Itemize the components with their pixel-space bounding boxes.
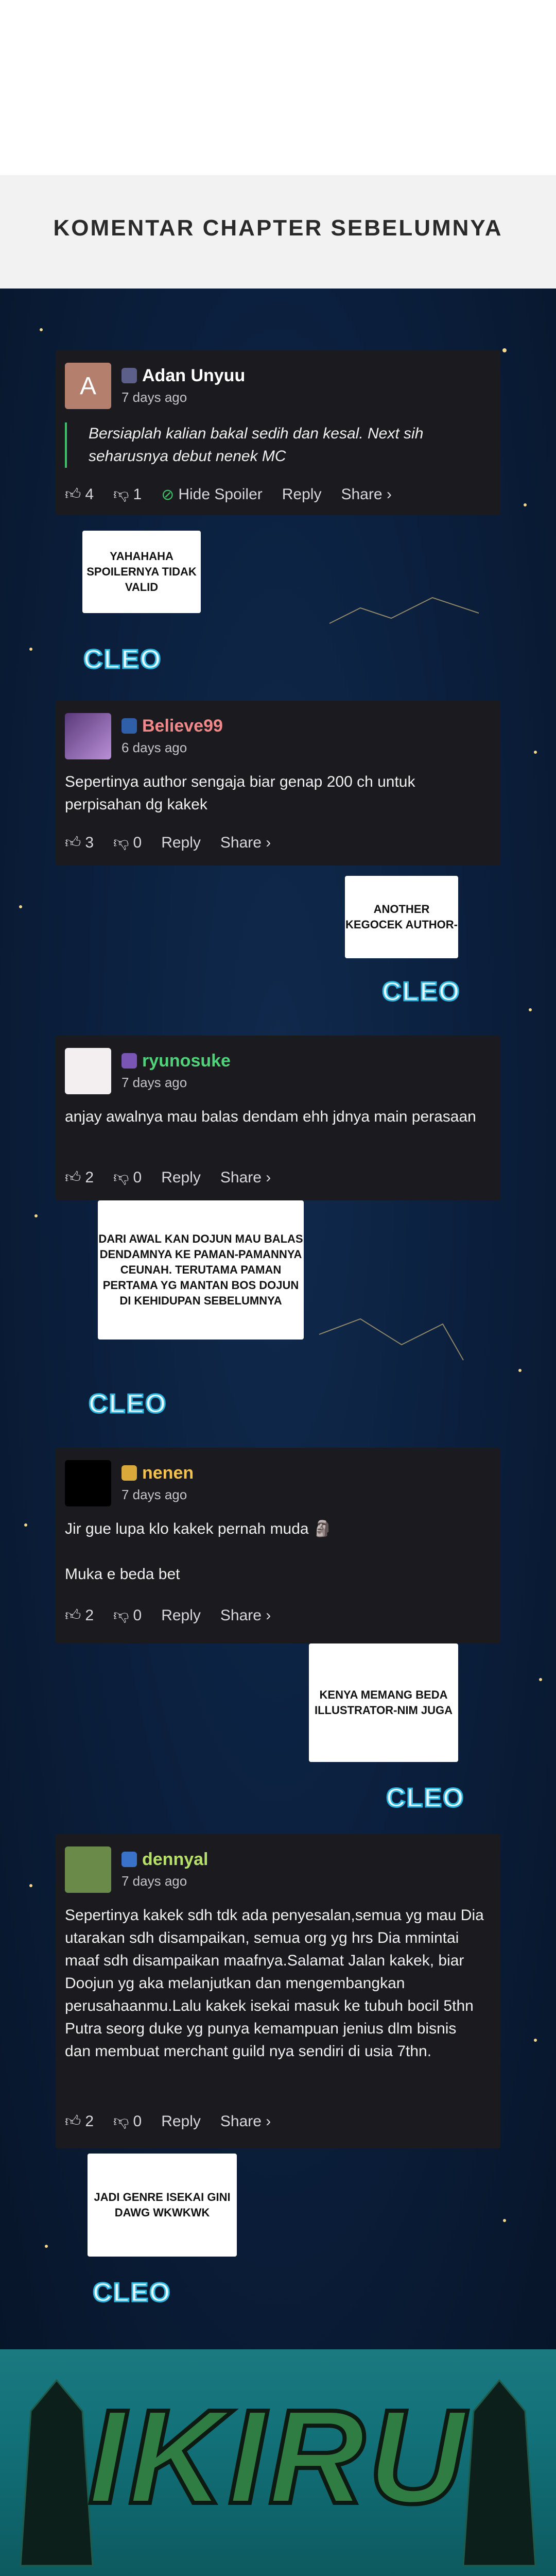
username-text: ryunosuke [142,1051,231,1071]
avatar[interactable] [65,1460,111,1506]
timestamp: 7 days ago [121,1075,187,1090]
dislike-count: 0 [133,1607,142,1624]
comment-card: nenen 7 days ago Jir gue lupa klo kakek … [56,1448,500,1643]
thumbs-down-icon: 👎︎ [113,1169,129,1186]
dislike-count: 0 [133,1169,142,1186]
timestamp: 7 days ago [121,389,187,405]
rank-badge-icon [121,1465,137,1481]
like-button[interactable]: 👍︎ 2 [65,1606,94,1625]
thumbs-up-icon: 👍︎ [65,1169,81,1186]
reply-button[interactable]: Reply [282,486,322,503]
username-text: Adan Unyuu [142,366,246,385]
like-count: 2 [85,2113,94,2130]
like-count: 2 [85,1607,94,1624]
dislike-count: 0 [133,2113,142,2130]
like-count: 3 [85,834,94,851]
thumbs-down-icon: 👎︎ [113,486,129,503]
username[interactable]: dennyal [121,1850,208,1870]
speech-bubble: JADI GENRE ISEKAI GINI DAWG WKWKWK [88,2154,237,2257]
comment-actions: 👍︎ 2 👎︎ 0 Reply Share › [65,2112,271,2131]
thumbs-down-icon: 👎︎ [113,2113,129,2130]
reply-button[interactable]: Reply [161,2113,201,2130]
like-count: 4 [85,486,94,503]
signature-label: CLEO [88,1388,167,1420]
comment-actions: 👍︎ 3 👎︎ 0 Reply Share › [65,834,271,852]
thumbs-up-icon: 👍︎ [65,1607,81,1624]
like-button[interactable]: 👍︎ 2 [65,2112,94,2131]
comment-actions: 👍︎ 2 👎︎ 0 Reply Share › [65,1606,271,1625]
comment-text: Jir gue lupa klo kakek pernah muda 🗿 Muk… [65,1518,485,1586]
thumbs-up-icon: 👍︎ [65,2113,81,2130]
comment-card: dennyal 7 days ago Sepertinya kakek sdh … [56,1834,500,2148]
avatar[interactable]: A [65,363,111,409]
like-button[interactable]: 👍︎ 4 [65,485,94,504]
rank-badge-icon [121,368,137,383]
hide-spoiler-button[interactable]: ⊘ Hide Spoiler [161,486,263,504]
username-text: dennyal [142,1850,208,1869]
share-button[interactable]: Share › [341,486,391,503]
dislike-button[interactable]: 👎︎ 0 [113,2112,142,2131]
timestamp: 7 days ago [121,1487,187,1502]
timestamp: 6 days ago [121,740,187,755]
avatar[interactable] [65,1846,111,1893]
thumbs-down-icon: 👎︎ [113,834,129,851]
avatar[interactable] [65,1048,111,1094]
like-button[interactable]: 👍︎ 3 [65,834,94,852]
username[interactable]: Believe99 [121,716,223,736]
comment-card: ryunosuke 7 days ago anjay awalnya mau b… [56,1036,500,1200]
comment-text: Sepertinya kakek sdh tdk ada penyesalan,… [65,1907,484,2060]
speech-bubble: KENYA MEMANG BEDA ILLUSTRATOR-NIM JUGA [309,1643,458,1762]
dislike-count: 1 [133,486,142,503]
speech-bubble: YAHAHAHA SPOILERNYA TIDAK VALID [82,531,201,613]
timestamp: 7 days ago [121,1873,187,1889]
thumbs-down-icon: 👎︎ [113,1607,129,1624]
dislike-button[interactable]: 👎︎ 0 [113,834,142,852]
comment-card: Believe99 6 days ago Sepertinya author s… [56,701,500,866]
like-count: 2 [85,1169,94,1186]
rank-badge-icon [121,1852,137,1867]
hide-spoiler-label: Hide Spoiler [178,486,263,503]
rank-badge-icon [121,718,137,734]
comment-text-line: Muka e beda bet [65,1566,180,1583]
avatar[interactable] [65,713,111,759]
signature-label: CLEO [381,976,461,1008]
comment-text: Bersiaplah kalian bakal sedih dan kesal.… [65,422,485,468]
comment-text-line: Jir gue lupa klo kakek pernah muda 🗿 [65,1520,333,1537]
username-text: Believe99 [142,716,223,736]
signature-label: CLEO [92,2277,171,2309]
username[interactable]: nenen [121,1463,194,1483]
username[interactable]: Adan Unyuu [121,366,245,386]
speech-bubble: ANOTHER KEGOCEK AUTHOR- [345,876,458,958]
site-logo: IKIRU [86,2380,468,2534]
comment-text: Sepertinya author sengaja biar genap 200… [65,773,415,813]
top-blank-area [0,0,556,175]
share-button[interactable]: Share › [220,834,271,852]
thumbs-up-icon: 👍︎ [65,486,81,503]
reply-button[interactable]: Reply [161,1169,201,1187]
dislike-button[interactable]: 👎︎ 0 [113,1606,142,1625]
signature-label: CLEO [82,644,162,675]
speech-bubble: DARI AWAL KAN DOJUN MAU BALAS DENDAMNYA … [98,1200,304,1340]
share-button[interactable]: Share › [220,1169,271,1187]
reply-button[interactable]: Reply [161,1607,201,1624]
page-title: KOMENTAR CHAPTER SEBELUMNYA [53,215,503,241]
share-button[interactable]: Share › [220,1607,271,1624]
comment-actions: 👍︎ 2 👎︎ 0 Reply Share › [65,1168,271,1187]
signature-label: CLEO [385,1783,465,1814]
comment-actions: 👍︎ 4 👎︎ 1 ⊘ Hide Spoiler Reply Share › [65,485,392,504]
dislike-count: 0 [133,834,142,851]
comment-text: anjay awalnya mau balas dendam ehh jdnya… [65,1108,476,1125]
comment-card: A Adan Unyuu 7 days ago Bersiaplah kalia… [56,350,500,515]
username-text: nenen [142,1463,194,1483]
rank-badge-icon [121,1053,137,1069]
dislike-button[interactable]: 👎︎ 1 [113,485,142,504]
like-button[interactable]: 👍︎ 2 [65,1168,94,1187]
eye-off-icon: ⊘ [161,486,175,503]
username[interactable]: ryunosuke [121,1051,231,1071]
share-button[interactable]: Share › [220,2113,271,2130]
dislike-button[interactable]: 👎︎ 0 [113,1168,142,1187]
reply-button[interactable]: Reply [161,834,201,852]
thumbs-up-icon: 👍︎ [65,834,81,851]
